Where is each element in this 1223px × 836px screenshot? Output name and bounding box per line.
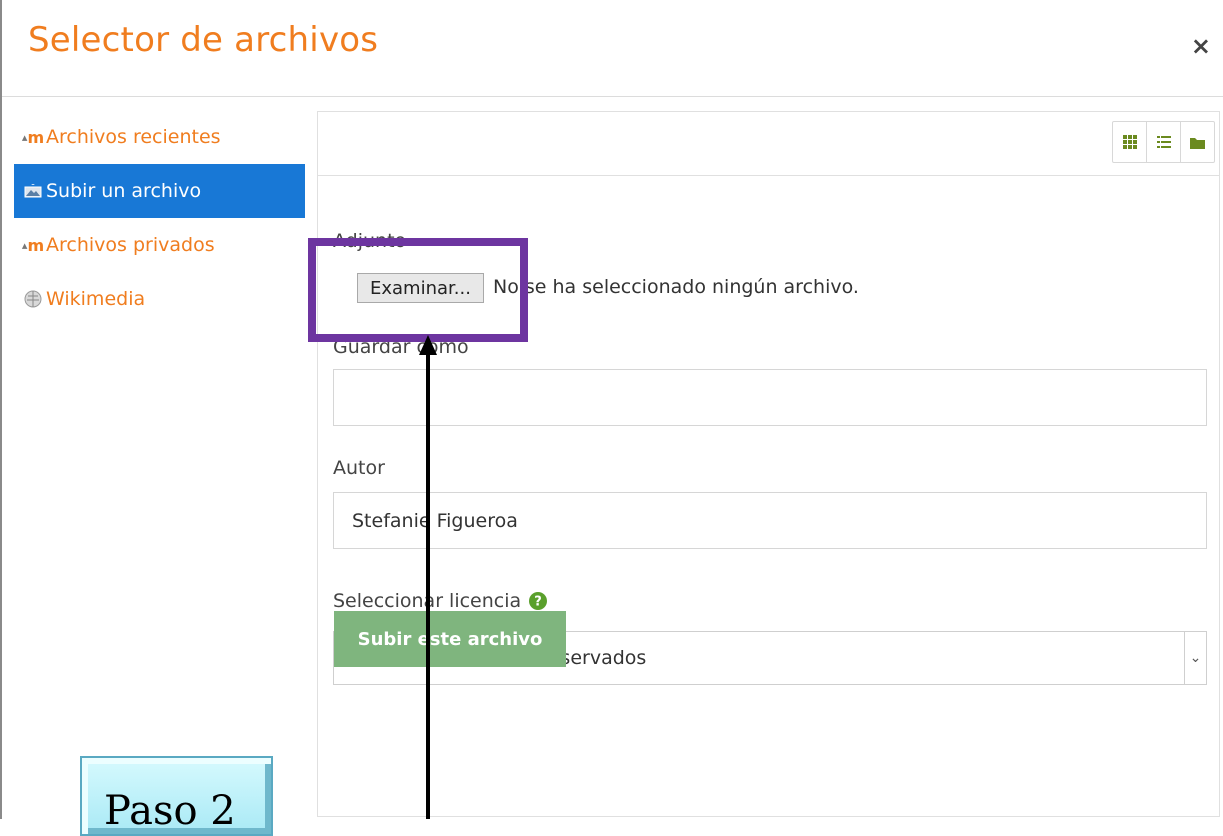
sidebar-item-upload-file[interactable]: Subir un archivo [14,164,305,218]
annotation-arrow-head [419,335,437,355]
help-icon[interactable]: ? [529,592,548,610]
annotation-arrow-shaft [426,348,430,819]
upload-panel: Adjunto Examinar... No se ha seleccionad… [317,111,1220,817]
sidebar-item-label: Wikimedia [46,288,146,310]
repository-sidebar: ▴ m Archivos recientes Subir un archivo ▴… [14,110,305,326]
step-callout-label: Paso 2 [104,788,236,834]
save-as-input[interactable] [333,369,1207,426]
close-icon[interactable]: × [1191,32,1211,60]
upload-file-button[interactable]: Subir este archivo [334,611,566,667]
view-switcher [1112,121,1215,163]
author-input[interactable]: Stefanie Figueroa [333,492,1207,549]
chevron-down-icon: ⌄ [1184,632,1206,684]
license-label: Seleccionar licencia ? [333,590,548,612]
moodle-icon: ▴ m [21,235,45,255]
upload-icon [22,184,44,198]
highlight-box [308,238,528,342]
sidebar-item-recent-files[interactable]: ▴ m Archivos recientes [14,110,305,164]
list-view-icon[interactable] [1147,122,1181,162]
grid-view-icon[interactable] [1113,122,1147,162]
svg-text:?: ? [534,595,542,610]
author-label: Autor [333,457,385,479]
sidebar-item-label: Archivos recientes [46,126,221,148]
moodle-icon: ▴ m [21,127,45,147]
sidebar-item-wikimedia[interactable]: Wikimedia [14,272,305,326]
no-file-status: No se ha seleccionado ningún archivo. [493,276,859,298]
wikimedia-icon [22,290,44,308]
sidebar-item-private-files[interactable]: ▴ m Archivos privados [14,218,305,272]
sidebar-item-label: Subir un archivo [46,180,202,202]
folder-view-icon[interactable] [1181,122,1214,162]
step-callout: Paso 2 [80,756,273,836]
dialog-header: Selector de archivos × [2,0,1223,97]
view-toolbar [318,112,1219,176]
sidebar-item-label: Archivos privados [46,234,215,256]
window-border [0,0,2,819]
dialog-title: Selector de archivos [28,20,379,60]
